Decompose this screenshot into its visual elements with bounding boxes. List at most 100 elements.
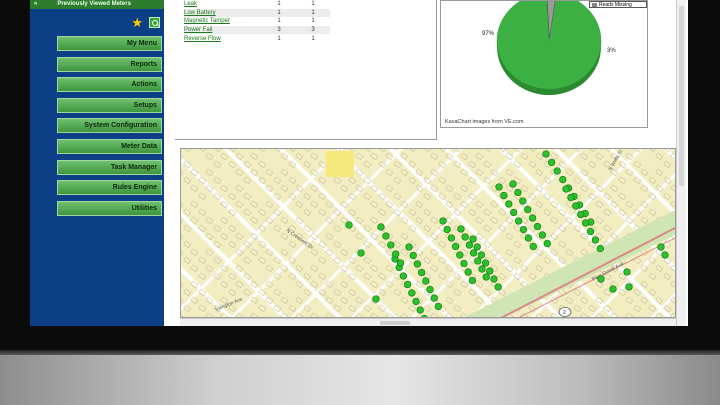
menu-setups[interactable]: Setups — [57, 97, 162, 113]
meter-marker[interactable] — [443, 225, 451, 234]
meter-marker[interactable] — [377, 223, 385, 231]
menu-rules-engine[interactable]: Rules Engine — [57, 180, 162, 196]
meter-map[interactable]: N Crescent Dr Irvington Ave Park Grove Ave… — [180, 148, 676, 318]
scroll-thumb[interactable] — [679, 6, 684, 186]
meter-marker[interactable] — [412, 297, 420, 306]
meter-marker[interactable] — [345, 221, 353, 229]
collapse-arrow-icon[interactable]: « — [34, 1, 37, 7]
favorites-star-icon[interactable]: ★ — [131, 16, 143, 29]
meter-marker[interactable] — [572, 202, 580, 210]
menu-task-manager[interactable]: Task Manager — [57, 159, 162, 175]
meter-marker[interactable] — [416, 306, 424, 314]
meter-marker[interactable] — [597, 275, 605, 283]
meter-marker[interactable] — [567, 193, 575, 202]
meter-marker[interactable] — [559, 175, 567, 184]
meter-marker[interactable] — [469, 249, 478, 257]
meter-marker[interactable] — [509, 180, 517, 188]
meter-marker[interactable] — [514, 188, 522, 197]
meter-marker[interactable] — [434, 302, 443, 311]
meter-marker[interactable] — [519, 225, 528, 234]
meter-marker[interactable] — [396, 259, 405, 267]
meter-marker[interactable] — [609, 285, 617, 293]
meter-marker[interactable] — [528, 214, 537, 222]
meter-marker[interactable] — [382, 232, 390, 240]
meter-marker[interactable] — [478, 265, 486, 273]
vertical-scrollbar[interactable] — [676, 0, 686, 326]
menu-system-configuration[interactable]: System Configuration — [57, 118, 162, 134]
meter-marker[interactable] — [625, 283, 633, 291]
meter-marker[interactable] — [519, 197, 527, 205]
meter-marker[interactable] — [494, 283, 502, 291]
meter-marker[interactable] — [422, 277, 430, 285]
meter-marker[interactable] — [514, 217, 523, 225]
meter-marker[interactable] — [553, 167, 561, 175]
meter-marker[interactable] — [405, 243, 413, 251]
meter-marker[interactable] — [481, 259, 490, 267]
meter-marker[interactable] — [430, 294, 438, 302]
menu-actions[interactable]: Actions — [57, 77, 162, 93]
alarm-link[interactable]: Magnetic Tamper — [184, 18, 262, 24]
meter-marker[interactable] — [477, 251, 486, 259]
meter-marker[interactable] — [524, 205, 532, 214]
meter-marker[interactable] — [413, 260, 422, 268]
menu-reports[interactable]: Reports — [57, 56, 162, 72]
menu-utilities[interactable]: Utilities — [57, 200, 162, 216]
meter-marker[interactable] — [490, 275, 498, 283]
map-canvas[interactable]: N Crescent DrIrvington AvePark Grove Ave… — [181, 149, 676, 318]
meter-marker[interactable] — [581, 219, 590, 227]
meter-marker[interactable] — [533, 222, 542, 231]
meter-marker[interactable] — [473, 243, 481, 251]
meter-marker[interactable] — [524, 234, 533, 242]
scroll-thumb[interactable] — [380, 321, 410, 325]
meter-marker[interactable] — [538, 231, 547, 239]
meter-marker[interactable] — [542, 150, 550, 158]
meter-marker[interactable] — [457, 225, 465, 233]
meter-marker[interactable] — [456, 251, 464, 259]
meter-marker[interactable] — [657, 243, 665, 251]
alarm-link[interactable]: Power Fail — [184, 27, 262, 33]
meter-marker[interactable] — [426, 285, 434, 294]
meter-marker[interactable] — [465, 241, 474, 249]
alarm-link[interactable]: Low Battery — [184, 10, 262, 16]
meter-marker[interactable] — [562, 185, 570, 193]
meter-marker[interactable] — [357, 249, 365, 257]
meter-marker[interactable] — [461, 233, 469, 241]
menu-my-menu[interactable]: My Menu — [57, 36, 162, 51]
meter-marker[interactable] — [403, 280, 412, 289]
meter-marker[interactable] — [486, 267, 494, 275]
meter-marker[interactable] — [623, 268, 631, 276]
meter-marker[interactable] — [469, 235, 477, 243]
horizontal-scrollbar[interactable] — [180, 318, 676, 326]
meter-marker[interactable] — [500, 191, 508, 200]
meter-marker[interactable] — [409, 251, 417, 260]
meter-marker[interactable] — [586, 227, 595, 236]
meter-marker[interactable] — [482, 273, 490, 281]
meter-marker[interactable] — [529, 242, 537, 251]
meter-marker[interactable] — [439, 217, 447, 225]
meter-marker[interactable] — [451, 242, 460, 251]
alarm-link[interactable]: Leak — [184, 1, 262, 7]
meter-marker[interactable] — [505, 200, 513, 208]
meter-marker[interactable] — [495, 183, 503, 191]
meter-marker[interactable] — [464, 268, 472, 276]
meter-marker[interactable] — [510, 208, 518, 217]
meter-marker[interactable] — [547, 158, 556, 167]
meter-marker[interactable] — [392, 250, 400, 258]
alarm-link[interactable]: Reverse Flow — [184, 36, 262, 42]
meter-marker[interactable] — [408, 289, 416, 297]
meter-marker[interactable] — [543, 239, 551, 248]
meter-marker[interactable] — [399, 272, 408, 280]
meter-marker[interactable] — [417, 268, 426, 277]
meter-marker[interactable] — [447, 234, 456, 242]
search-icon[interactable] — [149, 17, 160, 28]
previously-viewed-meters-header[interactable]: « Previously Viewed Meters — [30, 0, 164, 9]
meter-marker[interactable] — [474, 257, 482, 265]
meter-marker[interactable] — [387, 241, 395, 249]
meter-marker[interactable] — [596, 244, 604, 253]
menu-meter-data[interactable]: Meter Data — [57, 138, 162, 154]
meter-marker[interactable] — [372, 295, 380, 303]
meter-marker[interactable] — [661, 251, 669, 259]
meter-marker[interactable] — [460, 259, 468, 268]
meter-marker[interactable] — [468, 276, 477, 285]
meter-marker[interactable] — [577, 210, 585, 219]
